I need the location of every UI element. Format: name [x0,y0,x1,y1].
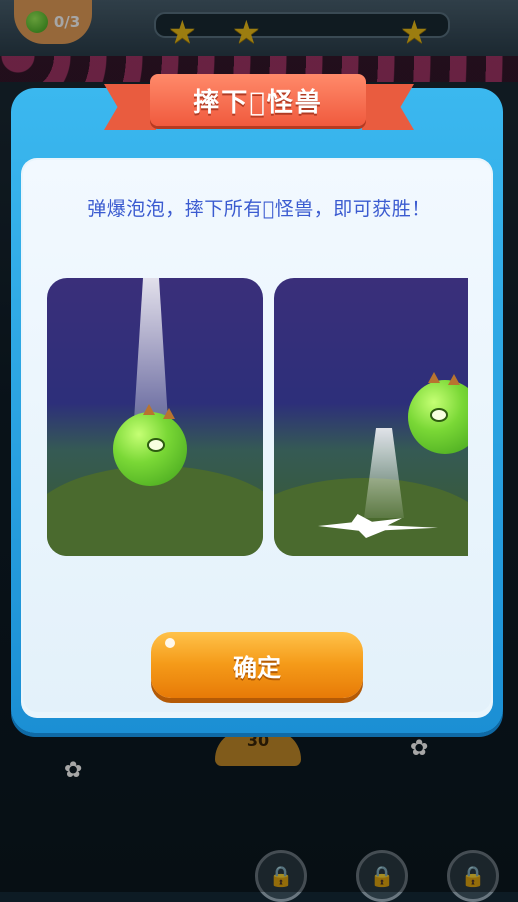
instruction-text: 弹爆泡泡，摔下所有 怪兽，即可获胜！ [87,198,431,220]
monster-eye [430,408,448,422]
button-shine [165,638,175,648]
green-monster-icon [408,372,468,454]
green-monster-icon [113,404,187,486]
dialog-title-ribbon: 摔下 怪兽 [150,74,366,126]
spike [448,374,460,385]
confirm-button-label: 确定 [233,653,281,682]
monster-eye [147,438,165,452]
light-beam [364,428,404,518]
confirm-button[interactable]: 确定 [151,632,363,698]
spike [163,408,175,419]
illustration-monster-falling [47,278,263,556]
spike [143,404,155,415]
illustration-monster-dropped [274,278,468,556]
spike [428,372,440,383]
dialog-title: 摔下 怪兽 [193,87,323,118]
